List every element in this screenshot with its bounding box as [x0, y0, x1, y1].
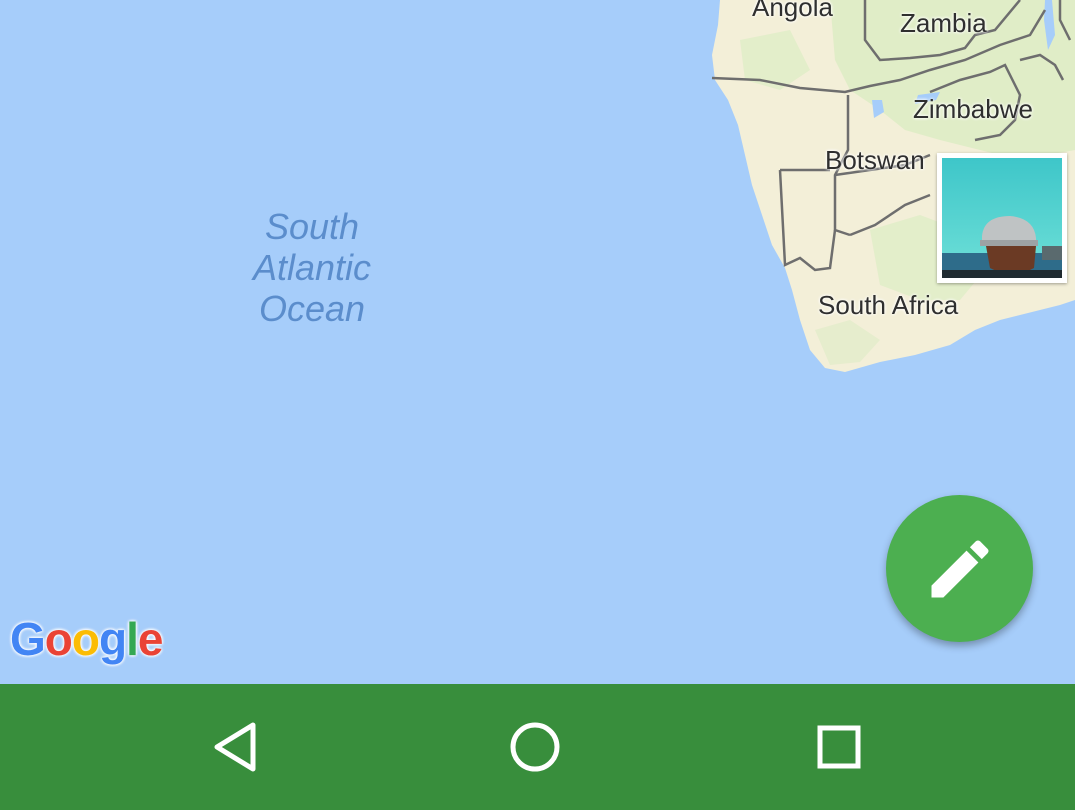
country-label-botswana: Botswan	[825, 145, 925, 175]
edit-button[interactable]	[886, 495, 1033, 642]
country-label-angola: Angola	[752, 0, 833, 22]
navigation-bar	[0, 684, 1075, 810]
avatar	[942, 158, 1062, 278]
recents-button[interactable]	[804, 712, 874, 782]
ocean-label-line-1: South	[264, 206, 360, 247]
google-logo: Google	[10, 612, 164, 666]
ocean-label: South Atlantic Ocean	[232, 206, 392, 329]
google-letter: e	[137, 613, 164, 665]
pencil-icon	[931, 539, 989, 597]
google-letter: g	[99, 613, 127, 665]
google-letter: G	[10, 613, 46, 665]
google-letter: l	[126, 613, 139, 665]
back-icon	[214, 722, 256, 772]
home-icon	[510, 722, 560, 772]
google-letter: o	[44, 613, 73, 665]
map-view[interactable]: South Atlantic Ocean Angola Zambia Zimba…	[0, 0, 1075, 684]
photo-marker[interactable]	[937, 153, 1067, 283]
country-label-zimbabwe: Zimbabwe	[913, 94, 1033, 124]
google-letter: o	[71, 613, 100, 665]
ocean-label-line-2: Atlantic	[252, 247, 372, 288]
recents-icon	[817, 725, 861, 769]
ocean-label-line-3: Ocean	[258, 288, 366, 329]
country-label-zambia: Zambia	[900, 8, 987, 38]
country-label-south-africa: South Africa	[818, 290, 959, 320]
back-button[interactable]	[198, 712, 268, 782]
home-button[interactable]	[500, 712, 570, 782]
